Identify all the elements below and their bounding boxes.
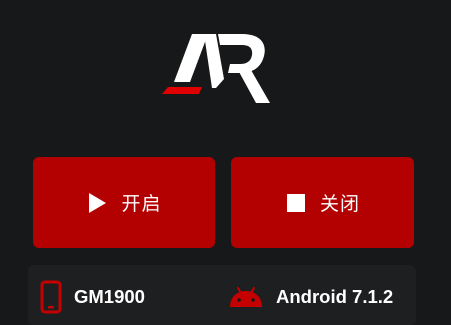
ar-logo-icon bbox=[162, 34, 270, 103]
play-icon bbox=[86, 192, 108, 214]
os-version-info: Android 7.1.2 bbox=[228, 278, 393, 316]
android-icon bbox=[228, 285, 264, 309]
app-logo bbox=[158, 24, 274, 108]
os-version-text: Android 7.1.2 bbox=[276, 286, 394, 307]
stop-icon bbox=[285, 192, 307, 214]
device-model-text: GM1900 bbox=[74, 286, 145, 307]
stop-button-label: 关闭 bbox=[319, 193, 360, 215]
device-model-info: GM1900 bbox=[40, 278, 145, 316]
stop-button[interactable]: 关闭 bbox=[231, 157, 414, 248]
start-button[interactable]: 开启 bbox=[33, 157, 215, 248]
phone-icon bbox=[40, 280, 62, 314]
start-button-label: 开启 bbox=[121, 193, 162, 215]
